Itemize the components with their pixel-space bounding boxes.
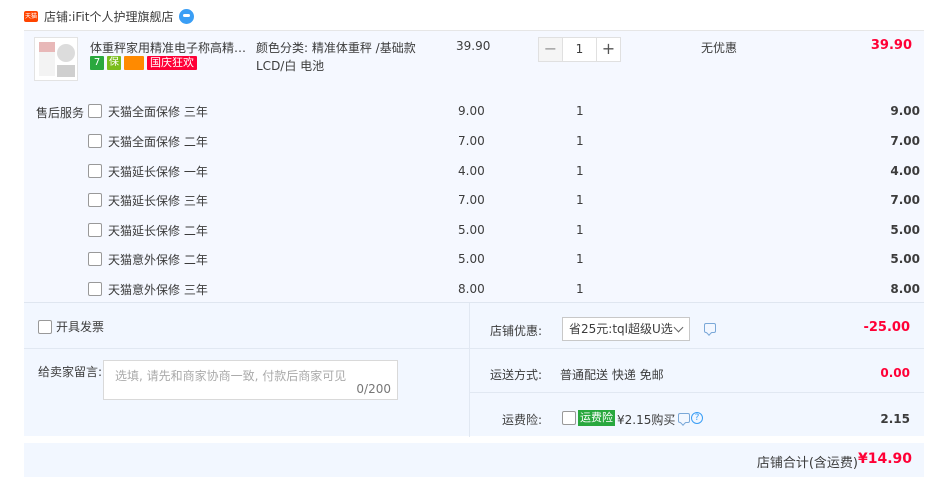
service-name: 天猫延长保修 一年: [108, 164, 208, 179]
seller-message-label: 给卖家留言:: [38, 365, 103, 379]
seller-message-counter: 0/200: [356, 382, 391, 396]
service-total: 4.00: [890, 164, 920, 178]
service-name: 天猫延长保修 二年: [108, 223, 208, 238]
service-checkbox[interactable]: [88, 252, 102, 266]
shipping-insurance-badge: 运费险: [578, 410, 615, 426]
product-badges: 7 保 国庆狂欢: [90, 56, 197, 70]
service-checkbox[interactable]: [88, 134, 102, 148]
shipping-insurance-amount: 2.15: [880, 412, 910, 426]
store-coupon-selected: 省25元:tql超级U选: [569, 322, 673, 336]
invoice-label: 开具发票: [56, 320, 105, 334]
service-price: 7.00: [458, 134, 485, 148]
after-sales-service-title: 售后服务: [36, 106, 85, 120]
service-checkbox[interactable]: [88, 104, 102, 118]
service-name: 天猫延长保修 三年: [108, 193, 208, 208]
coupon-comment-icon[interactable]: [704, 323, 716, 333]
service-name: 天猫全面保修 二年: [108, 134, 208, 149]
service-total: 9.00: [890, 104, 920, 118]
service-total: 7.00: [890, 193, 920, 207]
service-name: 天猫意外保修 二年: [108, 252, 208, 267]
service-price: 8.00: [458, 282, 485, 296]
service-price: 7.00: [458, 193, 485, 207]
service-row: 天猫全面保修 三年 9.00 1 9.00: [88, 101, 920, 121]
service-qty: 1: [576, 193, 584, 207]
order-options-panel: 开具发票 给卖家留言: 选填, 请先和商家协商一致, 付款后商家可见 0/200…: [24, 302, 924, 437]
service-checkbox[interactable]: [88, 282, 102, 296]
service-qty: 1: [576, 104, 584, 118]
tmall-logo-icon: 天猫: [24, 10, 38, 22]
seven-day-return-icon[interactable]: 7: [90, 56, 104, 70]
order-item: 体重秤家用精准电子称高精度可… 7 保 国庆狂欢 颜色分类: 精准体重秤 /基础…: [24, 30, 924, 302]
product-sku: 颜色分类: 精准体重秤 /基础款LCD/白 电池: [256, 41, 416, 73]
shipping-amount: 0.00: [880, 366, 910, 380]
service-qty: 1: [576, 252, 584, 266]
shop-name-link[interactable]: iFit个人护理旗舰店: [72, 8, 173, 25]
shipping-insurance-price: ¥2.15购买: [617, 413, 676, 427]
store-coupon-label: 店铺优惠:: [489, 324, 542, 338]
service-price: 4.00: [458, 164, 485, 178]
service-row: 天猫延长保修 一年 4.00 1 4.00: [88, 161, 920, 181]
service-price: 9.00: [458, 104, 485, 118]
service-qty: 1: [576, 223, 584, 237]
service-row: 天猫延长保修 二年 5.00 1 5.00: [88, 220, 920, 240]
service-total: 5.00: [890, 252, 920, 266]
service-name: 天猫意外保修 三年: [108, 282, 208, 297]
shipping-method-label: 运送方式:: [489, 368, 542, 382]
shipping-insurance-checkbox[interactable]: [562, 411, 576, 425]
unit-price: 39.90: [456, 39, 491, 53]
shop-header: 天猫 店铺: iFit个人护理旗舰店: [24, 6, 195, 26]
service-checkbox[interactable]: [88, 223, 102, 237]
chevron-down-icon: [673, 322, 684, 333]
help-icon[interactable]: ?: [691, 412, 703, 424]
product-title-link[interactable]: 体重秤家用精准电子称高精度可…: [90, 39, 250, 56]
invoice-checkbox[interactable]: [38, 319, 52, 334]
service-checkbox[interactable]: [88, 164, 102, 178]
service-qty: 1: [576, 282, 584, 296]
wangwang-chat-icon[interactable]: [179, 8, 195, 24]
invoice-option[interactable]: 开具发票: [38, 318, 104, 335]
service-row: 天猫延长保修 三年 7.00 1 7.00: [88, 190, 920, 210]
service-total: 7.00: [890, 134, 920, 148]
service-row: 天猫意外保修 三年 8.00 1 8.00: [88, 279, 920, 299]
service-checkbox[interactable]: [88, 193, 102, 207]
quantity-minus-button[interactable]: −: [538, 37, 563, 62]
service-price: 5.00: [458, 223, 485, 237]
service-row: 天猫意外保修 二年 5.00 1 5.00: [88, 249, 920, 269]
store-total-bar: 店铺合计(含运费) ¥14.90: [24, 443, 924, 477]
item-line-total: 39.90: [870, 38, 912, 53]
service-total: 5.00: [890, 223, 920, 237]
service-row: 天猫全面保修 二年 7.00 1 7.00: [88, 131, 920, 151]
quantity-stepper: − 1 +: [538, 37, 621, 62]
shipping-insurance-label: 运费险:: [501, 413, 542, 427]
store-coupon-select[interactable]: 省25元:tql超级U选: [562, 317, 690, 341]
store-total-label: 店铺合计(含运费): [756, 456, 858, 471]
seller-message-placeholder: 选填, 请先和商家协商一致, 付款后商家可见: [115, 369, 347, 383]
store-total-value: ¥14.90: [857, 451, 912, 467]
insurance-comment-icon[interactable]: [678, 413, 690, 423]
service-total: 8.00: [890, 282, 920, 296]
service-price: 5.00: [458, 252, 485, 266]
product-thumbnail[interactable]: [34, 37, 78, 81]
credit-card-icon[interactable]: [124, 56, 144, 70]
promotion-badge: 国庆狂欢: [147, 56, 197, 70]
seller-message-input[interactable]: 选填, 请先和商家协商一致, 付款后商家可见 0/200: [103, 360, 398, 400]
quantity-plus-button[interactable]: +: [596, 37, 621, 62]
store-coupon-amount: -25.00: [863, 320, 910, 335]
service-qty: 1: [576, 134, 584, 148]
guarantee-icon[interactable]: 保: [107, 56, 121, 70]
item-discount: 无优惠: [701, 41, 738, 55]
shipping-method-value: 普通配送 快递 免邮: [560, 368, 664, 382]
shop-label: 店铺:: [44, 9, 73, 24]
service-qty: 1: [576, 164, 584, 178]
service-name: 天猫全面保修 三年: [108, 104, 208, 119]
quantity-input[interactable]: 1: [563, 37, 596, 62]
